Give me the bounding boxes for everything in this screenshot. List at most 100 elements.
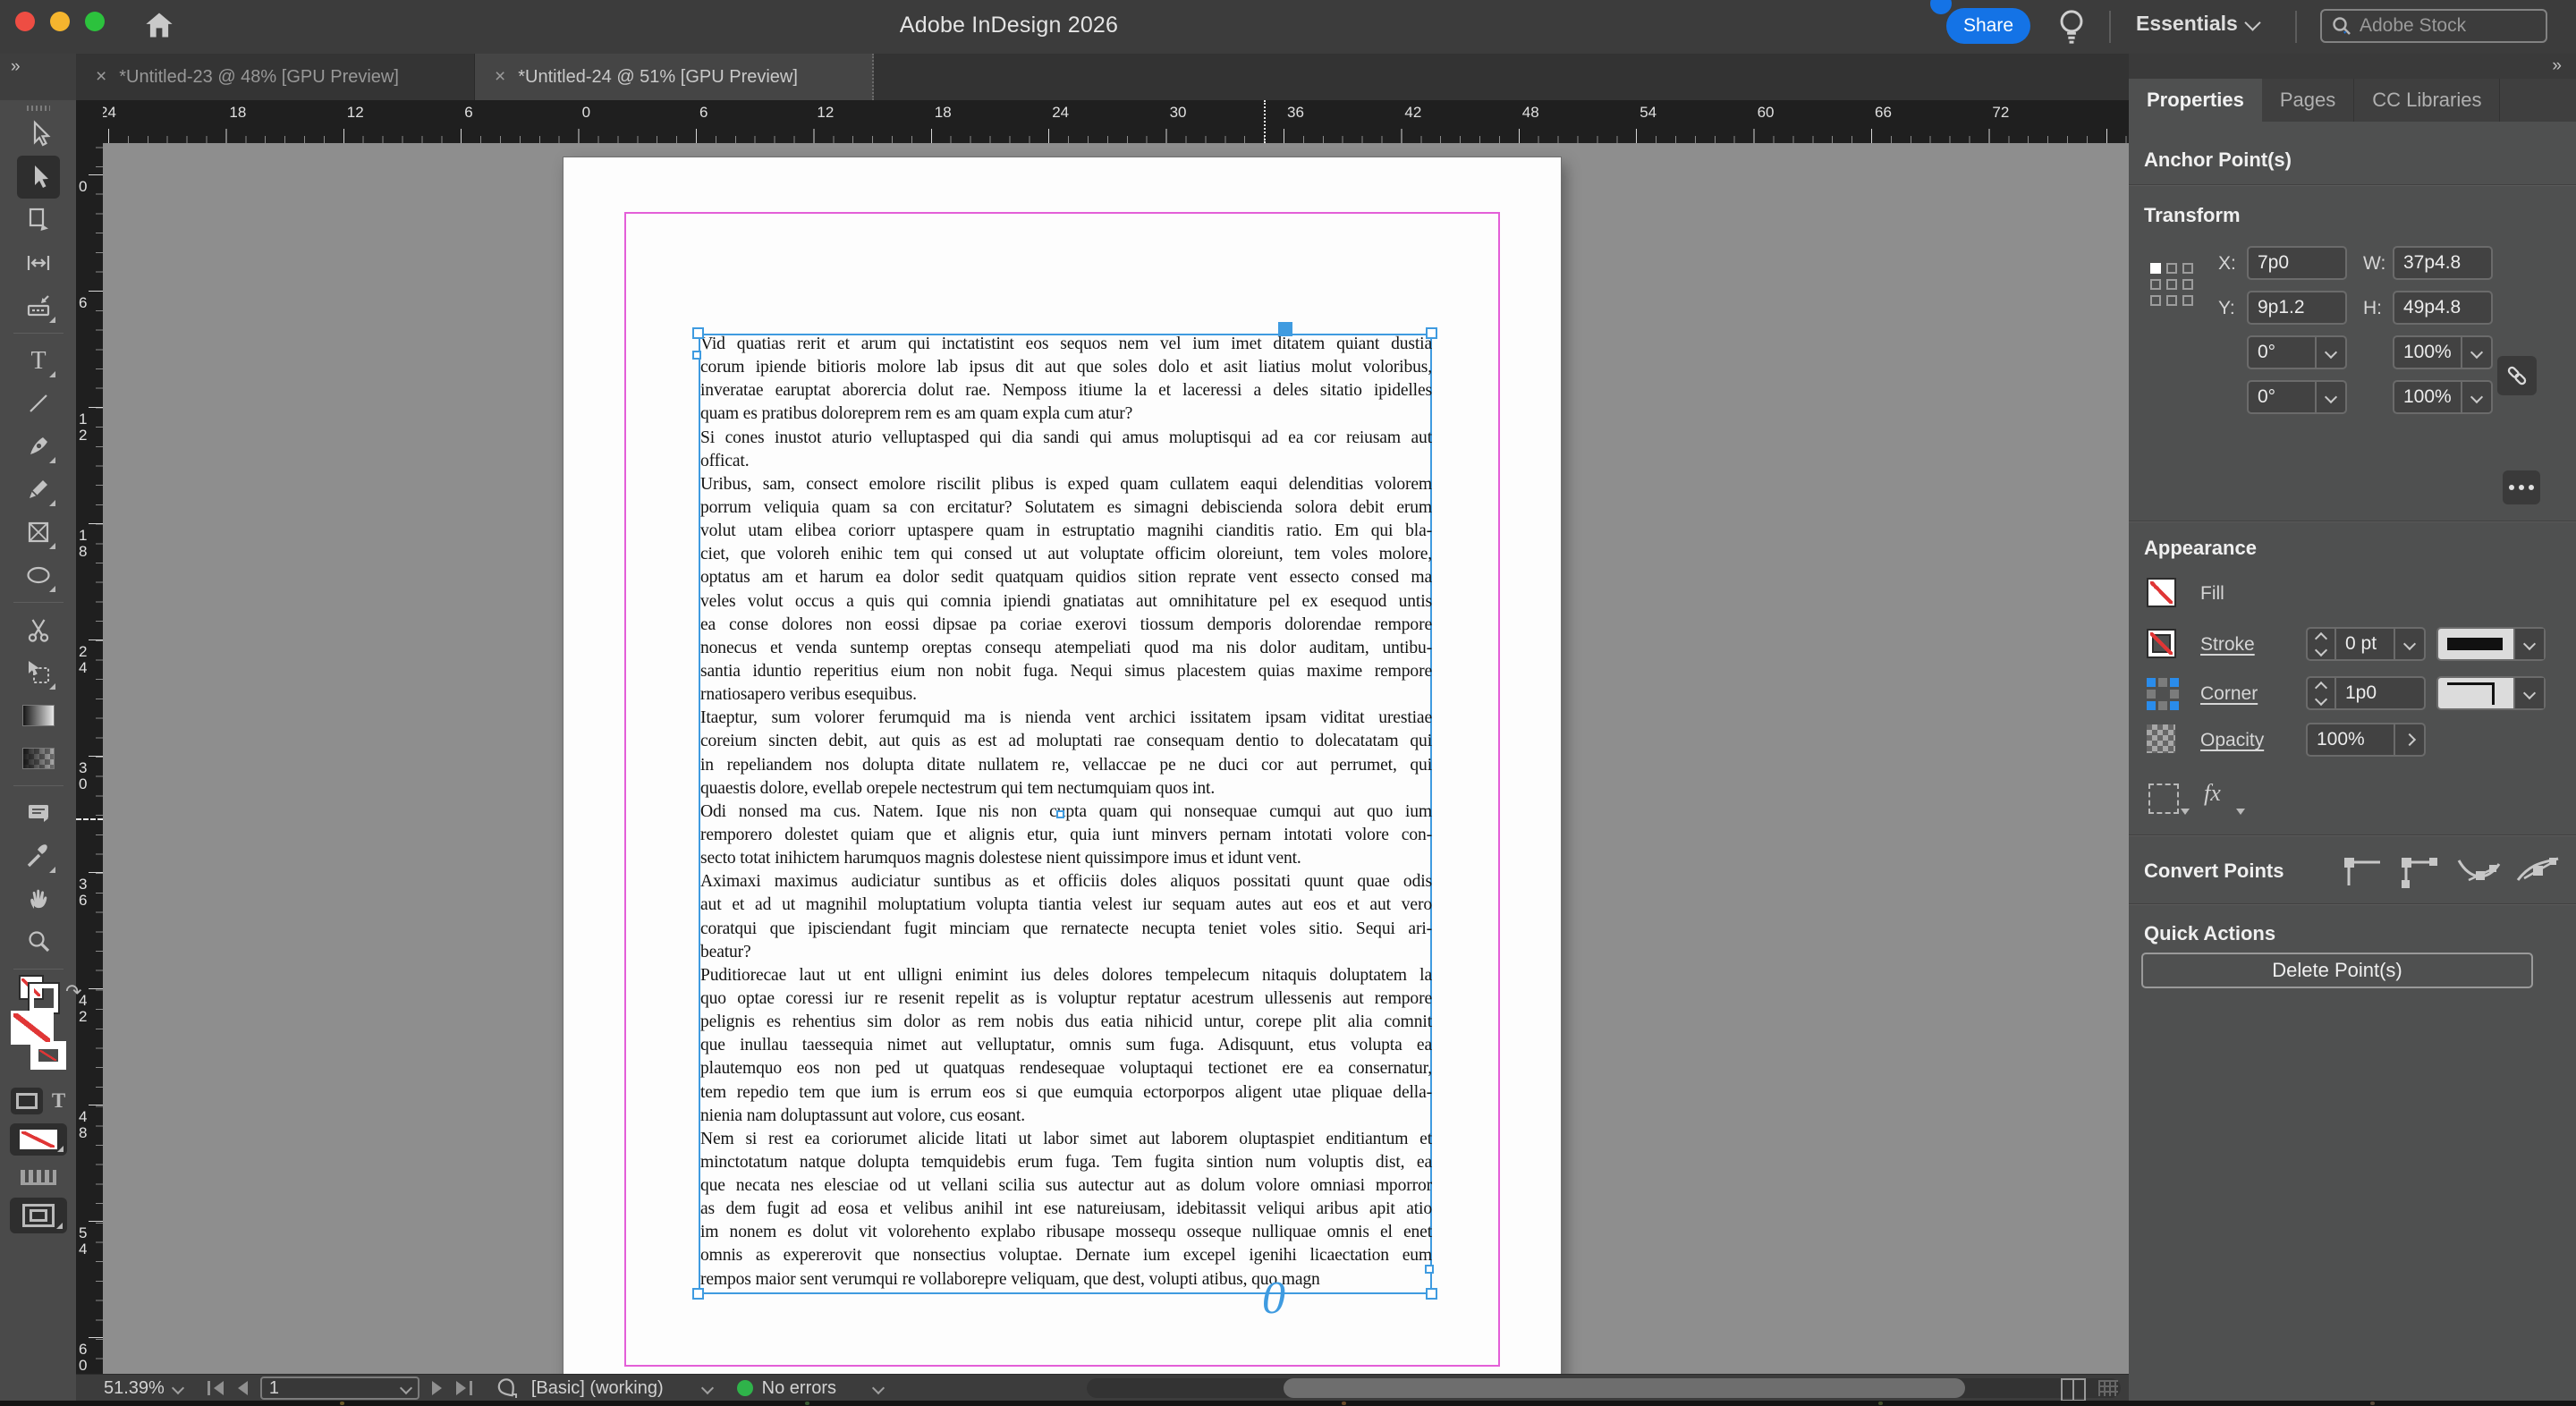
reference-point-selector[interactable] bbox=[2150, 263, 2193, 306]
toolbar-drag-handle[interactable] bbox=[26, 106, 50, 111]
lightbulb-icon[interactable] bbox=[2054, 7, 2089, 47]
swap-fill-stroke-icon[interactable]: ↶ bbox=[65, 980, 81, 1004]
ellipse-tool[interactable] bbox=[17, 554, 60, 597]
pen-tool[interactable] bbox=[17, 425, 60, 468]
gap-tool[interactable] bbox=[17, 241, 60, 284]
panel-tab-pages[interactable]: Pages bbox=[2262, 79, 2355, 122]
split-window-icon[interactable] bbox=[2061, 1378, 2086, 1402]
apply-gradient-icon[interactable] bbox=[20, 1170, 56, 1185]
horizontal-ruler[interactable]: 2418126061218243036424854606672 bbox=[103, 100, 2129, 144]
width-field[interactable]: 37p4.8 bbox=[2393, 246, 2493, 280]
selection-tool[interactable] bbox=[17, 113, 60, 156]
document-canvas[interactable]: Vid quatias rerit et arum qui inctatisti… bbox=[103, 143, 2129, 1374]
stroke-label[interactable]: Stroke bbox=[2200, 634, 2255, 656]
collapse-panels-icon[interactable]: » bbox=[2552, 56, 2562, 76]
convert-to-smooth-point-button[interactable] bbox=[2456, 853, 2501, 889]
document-tab[interactable]: × *Untitled-24 @ 51% [GPU Preview] bbox=[475, 54, 874, 100]
frame-handle-top-left[interactable] bbox=[692, 327, 704, 339]
panel-collapse-chevrons-icon[interactable]: » bbox=[0, 54, 76, 100]
zoom-window-button[interactable] bbox=[85, 12, 105, 31]
scale-x-field[interactable]: 100% bbox=[2393, 335, 2493, 369]
formatting-affects-text-button[interactable]: T bbox=[52, 1089, 65, 1113]
document-tab[interactable]: × *Untitled-23 @ 48% [GPU Preview] bbox=[76, 54, 475, 100]
zoom-level-dropdown[interactable]: 51.39% bbox=[104, 1378, 184, 1399]
mask-options-icon[interactable] bbox=[2148, 783, 2179, 814]
workspace-switcher[interactable]: Essentials bbox=[2136, 12, 2261, 36]
mini-stroke-swatch[interactable] bbox=[27, 982, 60, 1014]
convert-to-corner-with-handles-button[interactable] bbox=[2397, 853, 2442, 889]
note-tool[interactable] bbox=[17, 792, 60, 834]
convert-to-corner-point-button[interactable] bbox=[2340, 853, 2385, 889]
x-position-field[interactable]: 7p0 bbox=[2247, 246, 2347, 280]
corner-label[interactable]: Corner bbox=[2200, 683, 2258, 705]
selected-anchor-point[interactable] bbox=[1278, 322, 1292, 336]
scissors-tool[interactable] bbox=[17, 608, 60, 651]
fill-swatch[interactable] bbox=[10, 1011, 54, 1045]
previous-page-button[interactable] bbox=[237, 1381, 248, 1395]
panel-tab-properties[interactable]: Properties bbox=[2129, 79, 2262, 122]
y-position-field[interactable]: 9p1.2 bbox=[2247, 291, 2347, 325]
direct-selection-tool[interactable] bbox=[16, 156, 60, 199]
last-page-button[interactable] bbox=[455, 1381, 472, 1395]
ruler-origin-corner[interactable] bbox=[76, 100, 104, 144]
anchored-object-marker[interactable] bbox=[1056, 810, 1064, 818]
eyedropper-tool[interactable] bbox=[17, 834, 60, 877]
horizontal-scrollbar-thumb[interactable] bbox=[1284, 1378, 1965, 1398]
scale-y-field[interactable]: 100% bbox=[2393, 380, 2493, 414]
corner-radius-field[interactable]: 1p0 bbox=[2306, 676, 2426, 710]
line-tool[interactable] bbox=[17, 382, 60, 425]
close-tab-icon[interactable]: × bbox=[96, 66, 106, 88]
rectangle-frame-tool[interactable] bbox=[17, 511, 60, 554]
stroke-type-dropdown[interactable] bbox=[2436, 627, 2546, 661]
stroke-weight-field[interactable]: 0 pt bbox=[2306, 627, 2426, 661]
close-tab-icon[interactable]: × bbox=[495, 66, 505, 88]
shear-field[interactable]: 0° bbox=[2247, 380, 2347, 414]
transform-more-options-button[interactable] bbox=[2503, 470, 2540, 504]
height-field[interactable]: 49p4.8 bbox=[2393, 291, 2493, 325]
zoom-tool[interactable] bbox=[17, 920, 60, 963]
delete-points-button[interactable]: Delete Point(s) bbox=[2141, 953, 2533, 988]
fill-stroke-mini-swatches[interactable]: ↶ bbox=[18, 975, 81, 1014]
frame-handle-bottom-left[interactable] bbox=[692, 1288, 704, 1300]
gradient-feather-tool[interactable] bbox=[17, 737, 60, 780]
text-out-port[interactable] bbox=[1425, 1265, 1434, 1274]
close-window-button[interactable] bbox=[15, 12, 35, 31]
panel-tab-cc-libraries[interactable]: CC Libraries bbox=[2354, 79, 2501, 122]
page-number-field[interactable]: 1 bbox=[259, 1376, 419, 1400]
formatting-affects-container-button[interactable] bbox=[10, 1088, 43, 1114]
hand-tool[interactable] bbox=[17, 877, 60, 920]
frame-handle-bottom-right[interactable] bbox=[1426, 1288, 1437, 1300]
text-in-port[interactable] bbox=[692, 351, 701, 360]
gradient-swatch-tool[interactable] bbox=[17, 694, 60, 737]
adobe-stock-search-input[interactable]: Adobe Stock bbox=[2320, 9, 2547, 43]
preflight-icon[interactable] bbox=[496, 1376, 519, 1400]
free-transform-tool[interactable] bbox=[17, 651, 60, 694]
fill-color-swatch[interactable] bbox=[2147, 578, 2176, 607]
minimize-window-button[interactable] bbox=[50, 12, 70, 31]
home-icon[interactable] bbox=[143, 9, 175, 41]
pencil-tool[interactable] bbox=[17, 468, 60, 511]
content-collector-tool[interactable] bbox=[17, 284, 60, 327]
rotation-field[interactable]: 0° bbox=[2247, 335, 2347, 369]
effects-fx-button[interactable]: fx bbox=[2204, 780, 2221, 807]
vertical-ruler[interactable]: 0 6 12 18 24 30 36 42 48 54 60 bbox=[76, 143, 104, 1374]
stroke-color-swatch[interactable] bbox=[2147, 629, 2176, 658]
page-tool[interactable] bbox=[17, 199, 60, 241]
type-tool[interactable]: T bbox=[17, 339, 60, 382]
preflight-profile-dropdown[interactable]: [Basic] (working) bbox=[531, 1378, 714, 1399]
opacity-field[interactable]: 100% bbox=[2306, 723, 2426, 757]
share-button[interactable]: Share bbox=[1946, 8, 2030, 44]
stroke-swatch[interactable] bbox=[30, 1041, 66, 1070]
horizontal-scrollbar[interactable] bbox=[1087, 1378, 2121, 1398]
opacity-label[interactable]: Opacity bbox=[2200, 730, 2264, 751]
apply-color-button[interactable] bbox=[9, 1123, 67, 1156]
corner-style-dropdown[interactable] bbox=[2436, 676, 2546, 710]
frame-handle-top-right[interactable] bbox=[1426, 327, 1437, 339]
text-frame-content[interactable]: Vid quatias rerit et arum qui inctatisti… bbox=[700, 335, 1432, 1293]
preflight-errors-dropdown[interactable]: No errors bbox=[762, 1378, 886, 1399]
next-page-button[interactable] bbox=[431, 1381, 442, 1395]
first-page-button[interactable] bbox=[207, 1381, 224, 1395]
constrain-scale-link-button[interactable] bbox=[2497, 356, 2537, 395]
convert-to-symmetric-point-button[interactable] bbox=[2515, 853, 2560, 889]
screen-mode-button[interactable] bbox=[9, 1198, 67, 1233]
